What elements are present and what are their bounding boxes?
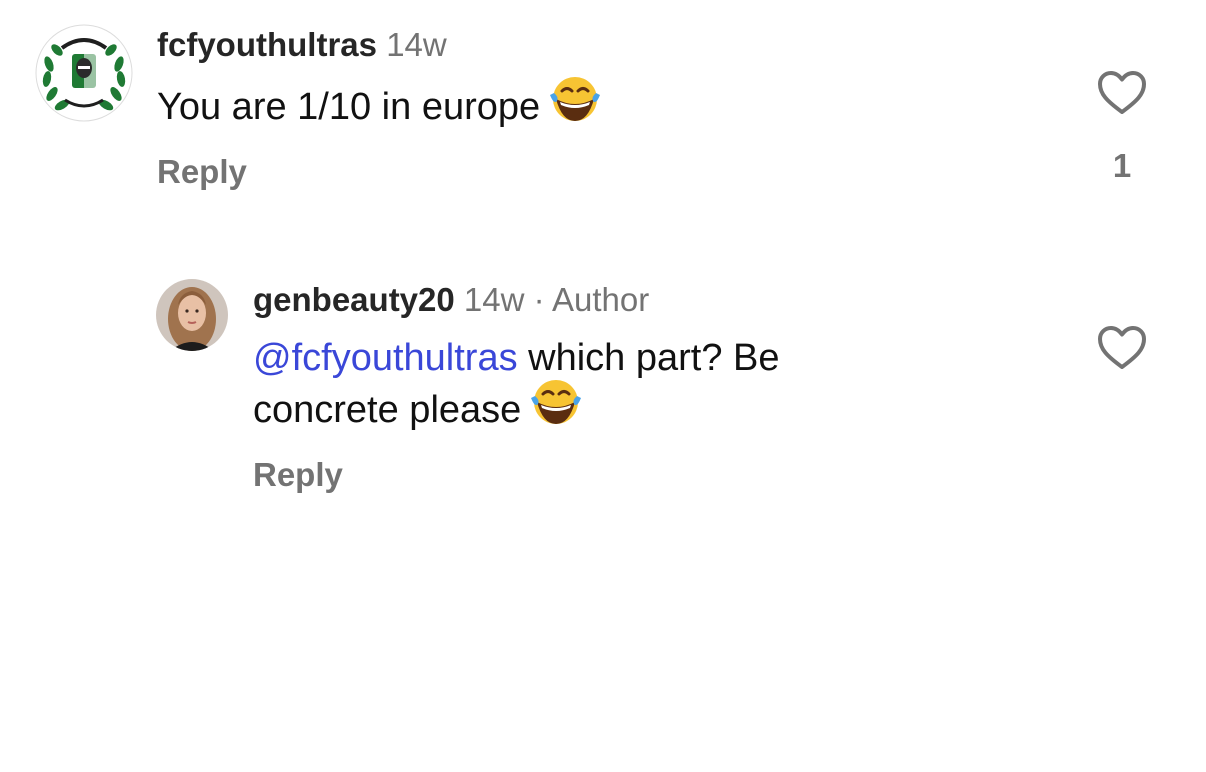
comment-header: fcfyouthultras 14w	[157, 25, 447, 65]
timestamp: 14w	[463, 281, 525, 318]
comment-text: @fcfyouthultras which part? Be	[253, 334, 780, 382]
like-button[interactable]	[1097, 325, 1147, 371]
mention-link[interactable]: @fcfyouthultras	[253, 337, 518, 379]
comment-text-line2: concrete please	[253, 389, 522, 432]
face-with-tears-of-joy-icon	[529, 378, 583, 438]
comment-text-line1: which part? Be	[517, 337, 780, 379]
comment-fcfyouthultras: fcfyouthultras 14w You are 1/10 in europ…	[0, 0, 1206, 220]
reply-button[interactable]: Reply	[157, 152, 247, 192]
heart-outline-icon	[1098, 326, 1146, 369]
comment-text-continued: concrete please	[253, 380, 583, 442]
author-badge: · Author	[533, 281, 650, 318]
comment-text: You are 1/10 in europe	[157, 77, 602, 139]
username[interactable]: genbeauty20	[253, 281, 455, 318]
heart-outline-icon	[1098, 71, 1146, 114]
like-button[interactable]	[1097, 70, 1147, 116]
comment-header: genbeauty20 14w · Author	[253, 280, 649, 320]
comment-text-content: You are 1/10 in europe	[157, 86, 541, 129]
timestamp: 14w	[386, 26, 447, 63]
face-with-tears-of-joy-icon	[548, 75, 602, 135]
avatar[interactable]	[35, 24, 133, 122]
reply-button[interactable]: Reply	[253, 455, 343, 495]
comment-genbeauty20: genbeauty20 14w · Author @fcfyouthultras…	[0, 260, 1206, 520]
like-count: 1	[1112, 147, 1132, 184]
username[interactable]: fcfyouthultras	[157, 26, 377, 63]
avatar[interactable]	[156, 279, 228, 351]
